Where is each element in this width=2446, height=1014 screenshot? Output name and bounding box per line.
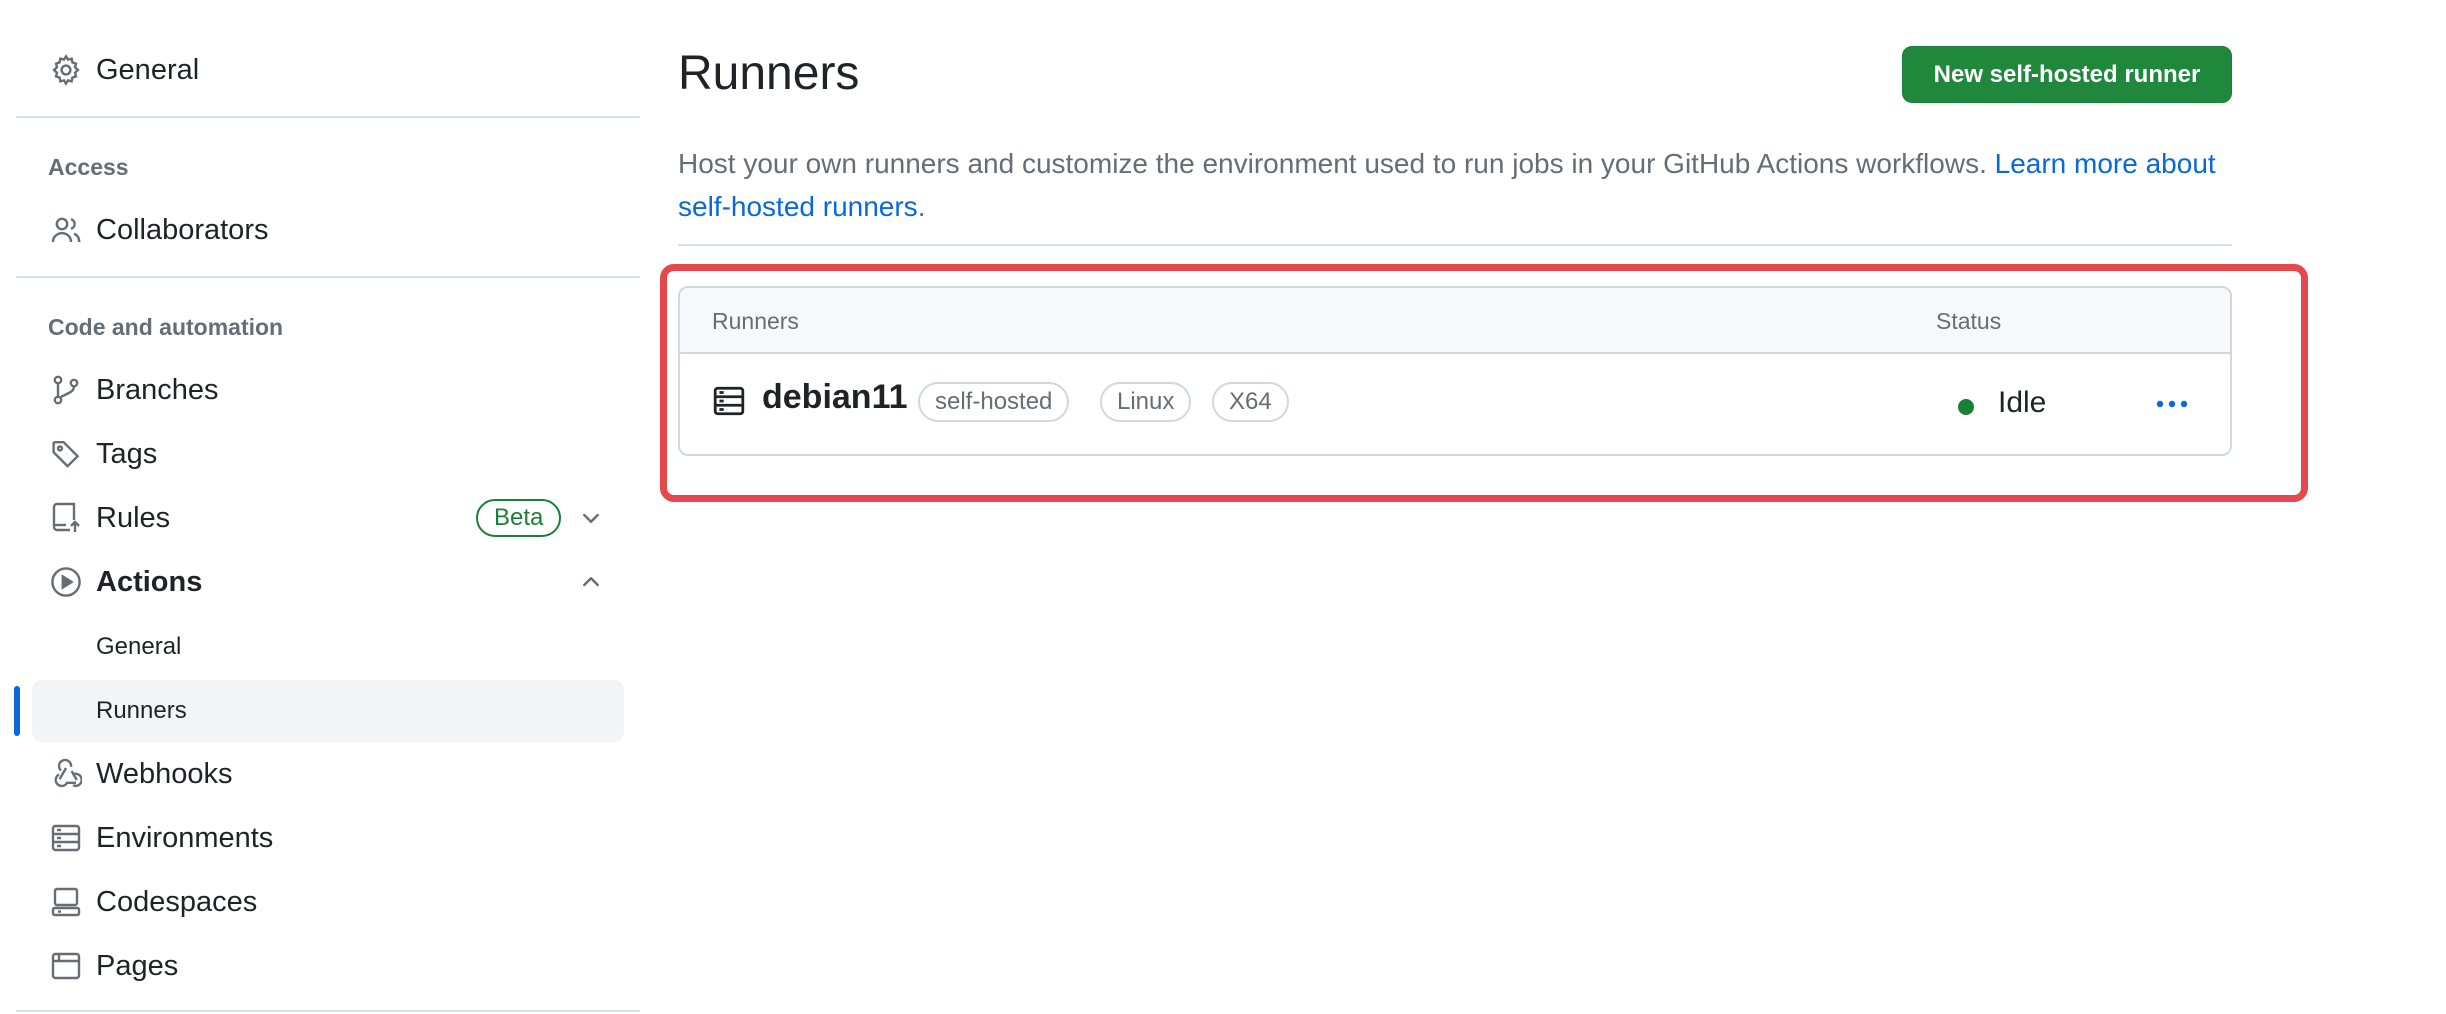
new-self-hosted-runner-button[interactable]: New self-hosted runner bbox=[1902, 46, 2232, 103]
page-description: Host your own runners and customize the … bbox=[678, 142, 2238, 228]
description-text: Host your own runners and customize the … bbox=[678, 148, 1987, 179]
sidebar-item-label: Actions bbox=[96, 565, 203, 598]
sidebar-item-label: Collaborators bbox=[96, 213, 269, 246]
sidebar-item-label: Codespaces bbox=[96, 885, 258, 918]
sidebar-item-tags[interactable]: Tags bbox=[16, 424, 624, 484]
sidebar-subitem-actions-runners[interactable]: Runners bbox=[32, 680, 624, 742]
sidebar-item-label: Environments bbox=[96, 821, 274, 854]
server-icon bbox=[48, 820, 84, 856]
sidebar-divider bbox=[16, 276, 640, 278]
webhook-icon bbox=[48, 756, 84, 792]
active-indicator bbox=[14, 686, 20, 736]
sidebar-item-general[interactable]: General bbox=[16, 40, 624, 100]
sidebar-item-label: Branches bbox=[96, 373, 219, 406]
highlight-annotation bbox=[660, 264, 2308, 502]
content-divider bbox=[678, 244, 2232, 246]
chevron-down-icon[interactable] bbox=[576, 503, 606, 533]
beta-badge: Beta bbox=[476, 499, 562, 537]
sidebar-item-collaborators[interactable]: Collaborators bbox=[16, 200, 624, 260]
play-icon bbox=[48, 564, 84, 600]
description-end: . bbox=[917, 191, 926, 222]
sidebar-item-label: Pages bbox=[96, 949, 179, 982]
sidebar-subitem-actions-general[interactable]: General bbox=[32, 616, 624, 678]
sidebar-item-pages[interactable]: Pages bbox=[16, 936, 624, 996]
browser-icon bbox=[48, 948, 84, 984]
sidebar-item-webhooks[interactable]: Webhooks bbox=[16, 744, 624, 804]
section-heading-code-automation: Code and automation bbox=[48, 314, 284, 340]
sidebar-item-environments[interactable]: Environments bbox=[16, 808, 624, 868]
sidebar-item-branches[interactable]: Branches bbox=[16, 360, 624, 420]
sidebar-divider bbox=[16, 116, 640, 118]
sidebar-divider bbox=[16, 1010, 640, 1012]
codespaces-icon bbox=[48, 884, 84, 920]
settings-sidebar: General Access Collaborators Code and au… bbox=[0, 0, 640, 1014]
gear-icon bbox=[48, 52, 84, 88]
section-heading-access: Access bbox=[48, 154, 129, 180]
sidebar-item-label: General bbox=[96, 53, 200, 86]
page-title: Runners bbox=[678, 47, 860, 100]
tag-icon bbox=[48, 436, 84, 472]
sidebar-item-label: General bbox=[96, 633, 182, 660]
sidebar-item-label: Webhooks bbox=[96, 757, 233, 790]
people-icon bbox=[48, 212, 84, 248]
sidebar-item-label: Tags bbox=[96, 437, 158, 470]
chevron-up-icon[interactable] bbox=[576, 567, 606, 597]
sidebar-item-label: Rules bbox=[96, 501, 171, 534]
sidebar-item-codespaces[interactable]: Codespaces bbox=[16, 872, 624, 932]
repo-push-icon bbox=[48, 500, 84, 536]
sidebar-item-actions[interactable]: Actions bbox=[16, 552, 624, 612]
git-branch-icon bbox=[48, 372, 84, 408]
sidebar-item-label: Runners bbox=[96, 697, 187, 724]
